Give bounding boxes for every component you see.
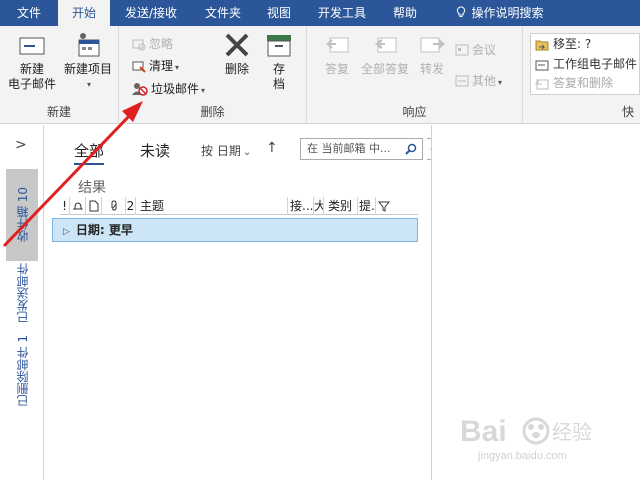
baidu-paw-logo-icon: Bai 经验 jingyan.baidu.com <box>460 415 592 462</box>
watermark-brand-2: 经验 <box>552 420 592 444</box>
watermark-brand: Bai <box>460 415 507 448</box>
watermark-url: jingyan.baidu.com <box>477 450 567 462</box>
baidu-watermark: Bai 经验 jingyan.baidu.com <box>460 405 620 468</box>
